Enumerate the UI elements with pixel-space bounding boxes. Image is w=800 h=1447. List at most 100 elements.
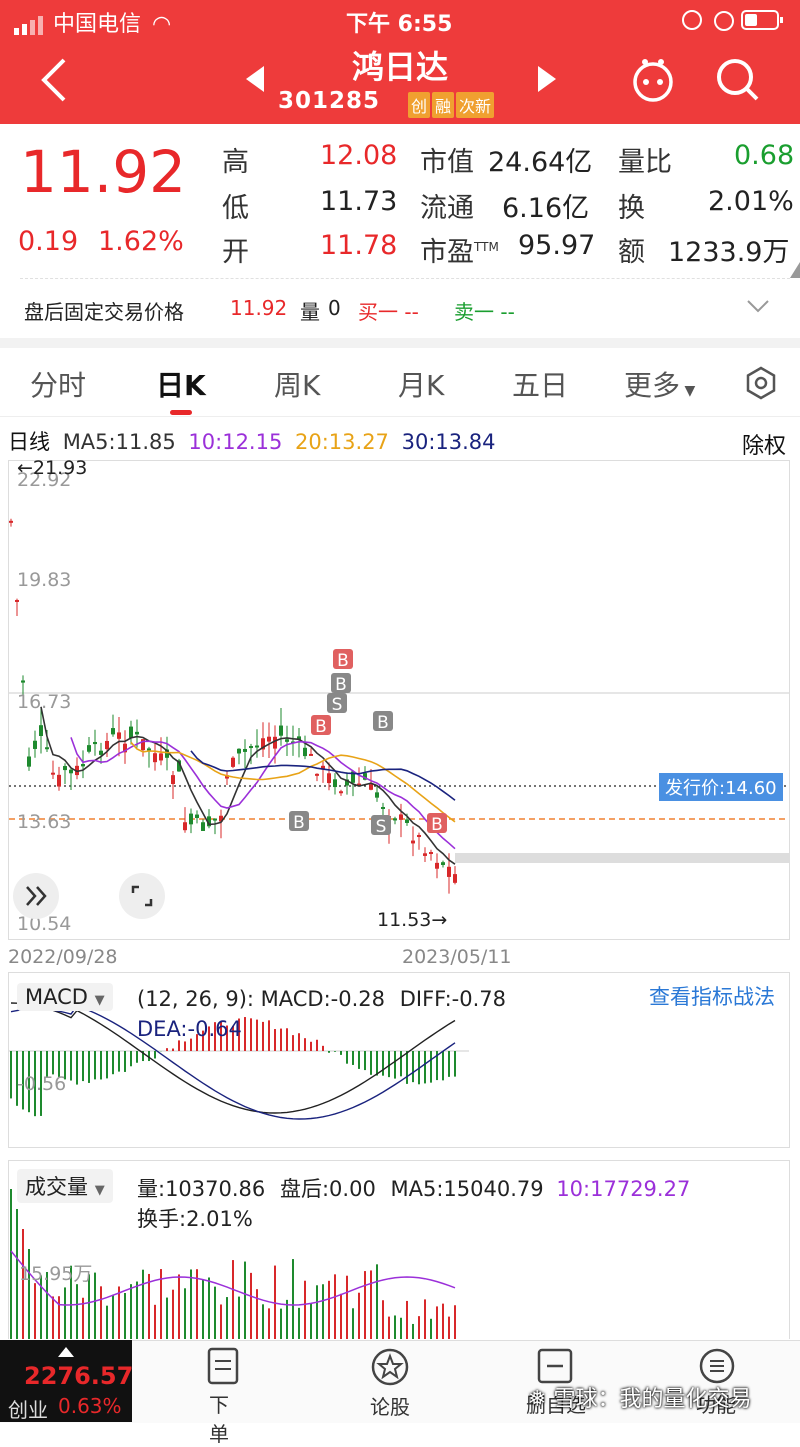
ma5-line bbox=[40, 706, 456, 865]
prev-stock-icon[interactable] bbox=[244, 64, 266, 98]
volume-dropdown-label: 成交量 bbox=[25, 1175, 88, 1199]
ma-values: MA5:11.85 10:12.15 20:13.27 30:13.84 bbox=[57, 430, 496, 454]
candle-body bbox=[327, 773, 331, 784]
ma-legend: 日线 MA5:11.85 10:12.15 20:13.27 30:13.84 bbox=[8, 426, 496, 456]
status-icons bbox=[680, 8, 790, 38]
carrier: 中国电信 bbox=[53, 12, 142, 37]
volume-values: 量:10370.86 盘后:0.00 MA5:15040.79 10:17729… bbox=[137, 1173, 690, 1203]
start-date: 2022/09/28 bbox=[8, 946, 118, 968]
index-ticker[interactable]: 2276.57 创业 0.63% bbox=[0, 1340, 133, 1422]
after-hours-row[interactable]: 盘后固定交易价格 11.92 量 0 买一 -- 卖一 -- bbox=[0, 284, 800, 336]
wifi-icon: ◠ bbox=[152, 12, 172, 37]
snowball-icon[interactable] bbox=[628, 56, 678, 106]
candle-body bbox=[135, 731, 139, 735]
tab-five-day[interactable]: 五日 bbox=[512, 364, 568, 404]
candle-body bbox=[417, 834, 421, 838]
tab-more[interactable]: 更多 ▼ bbox=[624, 364, 695, 404]
candle-body bbox=[453, 874, 457, 883]
macd-values: (12, 26, 9): MACD:-0.28 DIFF:-0.78 bbox=[137, 987, 506, 1011]
fullscreen-button[interactable] bbox=[119, 873, 165, 919]
end-date: 2023/05/11 bbox=[402, 946, 512, 968]
kline-panel[interactable]: BBSBBBSB 22.92 19.83 16.73 13.63 10.54 ←… bbox=[8, 457, 790, 940]
section-gap bbox=[0, 338, 800, 348]
tag-cixin: 次新 bbox=[456, 92, 495, 118]
next-stock-icon[interactable] bbox=[536, 64, 558, 98]
candle-body bbox=[39, 725, 43, 736]
volume-value: 量:10370.86 bbox=[137, 1177, 266, 1201]
caret-down-icon: ▼ bbox=[94, 993, 105, 1008]
candle-body bbox=[435, 862, 439, 869]
tab-intraday[interactable]: 分时 bbox=[30, 364, 86, 404]
status-time: 下午 6:55 bbox=[346, 12, 453, 37]
volume-turnover: 换手:2.01% bbox=[137, 1207, 253, 1231]
candle-body bbox=[159, 753, 163, 761]
label-pe: 市盈TTM bbox=[420, 230, 499, 269]
candle-body bbox=[369, 784, 373, 790]
highlight-band bbox=[455, 853, 789, 863]
after-hours-vol-label: 量 bbox=[300, 300, 320, 324]
candle-body bbox=[267, 736, 271, 742]
caret-down-icon: ▼ bbox=[680, 383, 696, 399]
volume-ma10: 10:17729.27 bbox=[556, 1177, 691, 1201]
macd-tick: -0.56 bbox=[17, 1073, 67, 1095]
label-pe-text: 市盈 bbox=[420, 237, 474, 268]
signal-icon bbox=[14, 16, 46, 35]
kline-chart: BBSB BB S B bbox=[9, 518, 789, 894]
period-tabs: 分时 日K 周K 月K 五日 更多 ▼ bbox=[0, 350, 800, 417]
candle-body bbox=[129, 726, 133, 739]
back-icon[interactable] bbox=[38, 56, 70, 115]
expand-sidebar-button[interactable] bbox=[13, 873, 59, 919]
candle-body bbox=[441, 862, 445, 865]
watermark-text: 雪球：我的量化交易 bbox=[553, 1387, 752, 1412]
candle-body bbox=[153, 753, 157, 763]
candle-body bbox=[315, 773, 319, 776]
candle-body bbox=[189, 813, 193, 825]
macd-dropdown[interactable]: MACD ▼ bbox=[17, 983, 113, 1011]
search-icon[interactable] bbox=[714, 56, 760, 106]
candle-body bbox=[105, 740, 109, 750]
indicator-strategy-link[interactable]: 查看指标战法 bbox=[649, 981, 775, 1011]
candle-body bbox=[99, 750, 103, 755]
trade-marker-label: B bbox=[293, 813, 305, 833]
candle-body bbox=[375, 792, 379, 798]
settings-icon[interactable] bbox=[744, 366, 778, 404]
divider bbox=[20, 278, 790, 279]
trade-marker-label: S bbox=[332, 695, 343, 715]
value-pe: 95.97 bbox=[518, 230, 596, 261]
kline-period: 日线 bbox=[8, 430, 50, 454]
watermark-logo-icon: ❅ bbox=[528, 1387, 547, 1412]
tab-daily-k[interactable]: 日K bbox=[156, 364, 206, 404]
min-price-label: 11.53→ bbox=[377, 909, 448, 931]
expand-chevron-icon[interactable] bbox=[746, 298, 770, 318]
candle-body bbox=[57, 774, 61, 787]
candle-body bbox=[249, 746, 253, 749]
candle-body bbox=[201, 822, 205, 831]
tab-weekly-k[interactable]: 周K bbox=[274, 364, 320, 404]
trade-marker-label: B bbox=[431, 815, 443, 835]
macd-panel[interactable]: MACD ▼ (12, 26, 9): MACD:-0.28 DIFF:-0.7… bbox=[8, 972, 790, 1148]
watermark: ❅ 雪球：我的量化交易 bbox=[528, 1381, 751, 1413]
stock-name: 鸿日达 bbox=[351, 48, 448, 86]
candle-body bbox=[63, 766, 67, 771]
candle-body bbox=[45, 747, 49, 750]
candle-body bbox=[9, 520, 13, 523]
discuss-button[interactable]: 论股 bbox=[370, 1347, 412, 1420]
volume-dropdown[interactable]: 成交量 ▼ bbox=[17, 1169, 113, 1203]
candle-body bbox=[117, 732, 121, 739]
label-amount: 额 bbox=[618, 237, 645, 268]
status-bar: 中国电信 ◠ bbox=[14, 6, 171, 38]
volume-panel[interactable]: 成交量 ▼ 量:10370.86 盘后:0.00 MA5:15040.79 10… bbox=[8, 1160, 790, 1339]
tab-monthly-k[interactable]: 月K bbox=[398, 364, 444, 404]
order-button[interactable]: 下单 bbox=[206, 1347, 240, 1447]
trade-marker-label: B bbox=[335, 675, 347, 695]
label-low: 低 bbox=[222, 193, 249, 224]
candle-body bbox=[111, 728, 115, 735]
candle-body bbox=[51, 772, 55, 775]
adjust-toggle[interactable]: 除权 bbox=[742, 428, 786, 460]
candle-body bbox=[33, 740, 37, 749]
ma-value-1: 10:12.15 bbox=[181, 430, 283, 454]
candle-body bbox=[87, 745, 91, 752]
stock-code: 301285 bbox=[278, 88, 381, 114]
trade-marker-label: B bbox=[337, 651, 349, 671]
candle-body bbox=[447, 866, 451, 877]
